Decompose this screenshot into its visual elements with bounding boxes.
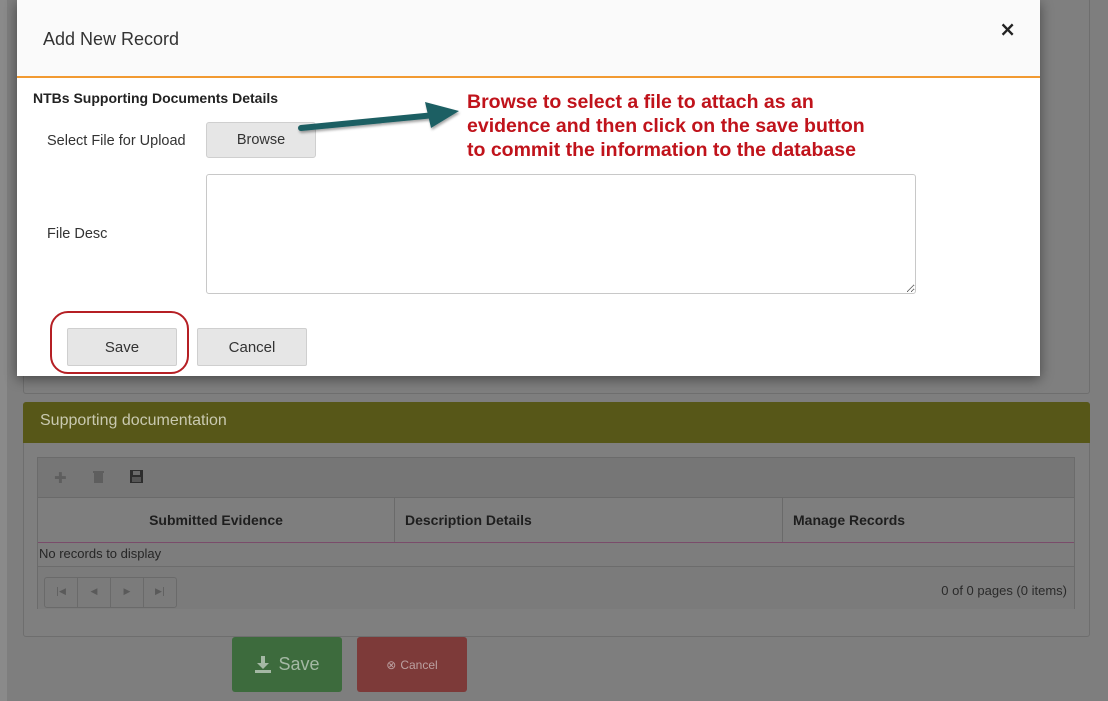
floppy-disk-icon[interactable]	[130, 469, 143, 487]
save-button[interactable]: Save	[67, 328, 177, 366]
empty-message: No records to display	[39, 546, 162, 561]
column-header-description-details[interactable]: Description Details	[395, 498, 783, 542]
page-edge	[0, 0, 7, 701]
dialog-title: Add New Record	[43, 29, 180, 49]
last-page-icon[interactable]: ▶|	[144, 578, 176, 607]
page-save-label: Save	[278, 654, 320, 674]
next-page-icon[interactable]: ▶	[111, 578, 144, 607]
download-icon	[255, 655, 272, 673]
first-page-icon[interactable]: |◀	[45, 578, 78, 607]
annotation-line: to commit the information to the databas…	[467, 139, 856, 161]
pager-buttons: |◀ ◀ ▶ ▶|	[44, 577, 177, 608]
annotation-arrow	[298, 102, 459, 131]
grid-pager: |◀ ◀ ▶ ▶| 0 of 0 pages (0 items)	[38, 566, 1074, 609]
plus-icon[interactable]: ✚	[54, 469, 67, 487]
file-desc-label: File Desc	[47, 226, 108, 242]
evidence-grid: ✚ Submitted Evidence Description Details…	[37, 457, 1075, 609]
column-header-manage-records[interactable]: Manage Records	[783, 498, 1074, 542]
grid-toolbar: ✚	[38, 458, 1074, 498]
section-title: NTBs Supporting Documents Details	[33, 90, 279, 106]
cancel-button[interactable]: Cancel	[197, 328, 307, 366]
grid-header-row: Submitted Evidence Description Details M…	[38, 498, 1074, 543]
column-header-submitted-evidence[interactable]: Submitted Evidence	[38, 498, 395, 542]
pager-info: 0 of 0 pages (0 items)	[941, 583, 1067, 598]
page-cancel-button[interactable]: ⊗ Cancel	[357, 637, 467, 692]
page-cancel-label: Cancel	[400, 657, 438, 672]
annotation-line: Browse to select a file to attach as an	[467, 91, 814, 113]
close-icon[interactable]: ×	[999, 17, 1016, 41]
dialog-header: Add New Record ×	[17, 0, 1040, 78]
trash-icon[interactable]	[93, 469, 104, 487]
add-record-dialog: Add New Record × NTBs Supporting Documen…	[17, 0, 1040, 376]
cancel-circle-icon: ⊗	[386, 657, 397, 672]
instruction-annotation: Browse to select a file to attach as an …	[467, 90, 1027, 162]
supporting-docs-title: Supporting documentation	[40, 412, 227, 429]
file-upload-label: Select File for Upload	[47, 133, 186, 149]
annotation-line: evidence and then click on the save butt…	[467, 115, 865, 137]
file-desc-textarea[interactable]	[206, 174, 916, 294]
page-save-button[interactable]: Save	[232, 637, 342, 692]
prev-page-icon[interactable]: ◀	[78, 578, 111, 607]
supporting-docs-header: Supporting documentation	[23, 402, 1090, 443]
